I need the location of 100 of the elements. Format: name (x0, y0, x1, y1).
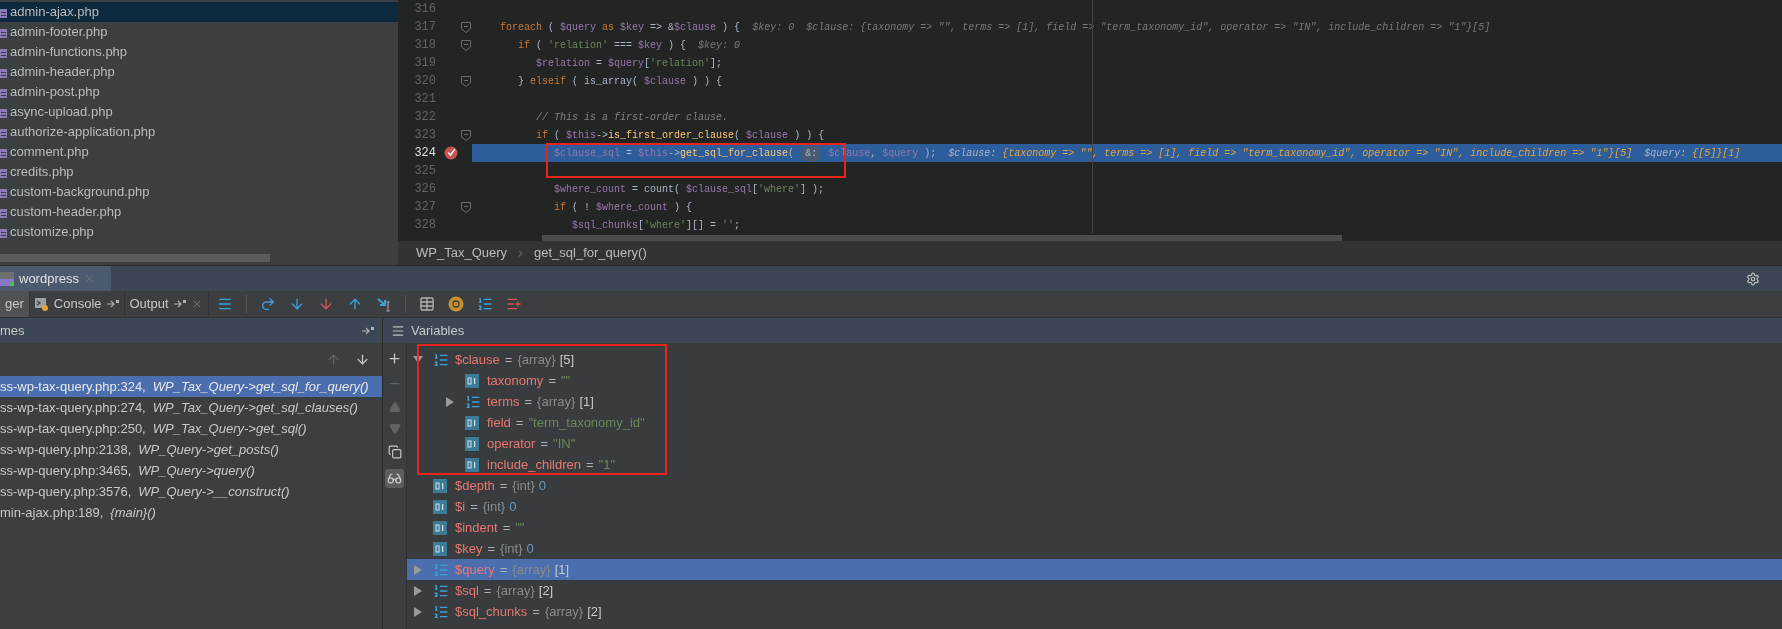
breakpoint-icon[interactable] (444, 146, 458, 160)
collapsed-arrow-icon[interactable] (413, 606, 423, 617)
file-tree-item[interactable]: comment.php (0, 142, 398, 162)
code-token: $key (638, 38, 663, 53)
collapsed-arrow-icon[interactable] (445, 396, 455, 407)
fold-marker-icon[interactable] (461, 39, 471, 51)
step-over-icon[interactable] (259, 296, 276, 312)
pin-icon[interactable] (362, 326, 374, 335)
variable-row[interactable]: $i = {int} 0 (407, 496, 1782, 517)
debug-panel-tab[interactable]: ger (0, 291, 30, 317)
pin-icon[interactable] (106, 300, 119, 308)
settings-icon[interactable] (1746, 271, 1760, 286)
debug-panel-tab[interactable]: Output (124, 291, 209, 317)
stack-frame-row[interactable]: ss-wp-query.php:2138, WP_Query->get_posts() (0, 439, 382, 460)
code-token: -> (668, 146, 681, 161)
equals-sign: = (470, 497, 478, 516)
file-tree-item[interactable]: custom-background.php (0, 182, 398, 202)
file-tree-item[interactable]: async-upload.php (0, 102, 398, 122)
frame-location: ss-wp-query.php:2138, (0, 440, 132, 459)
collapsed-arrow-icon[interactable] (413, 585, 423, 596)
inline-hint-label: $key: 0 (697, 38, 741, 53)
variable-row[interactable]: field = "term_taxonomy_id" (407, 412, 1782, 433)
file-tree-item[interactable]: credits.php (0, 162, 398, 182)
stack-frame-row[interactable]: ss-wp-tax-query.php:250, WP_Tax_Query->get_sql() (0, 418, 382, 439)
variable-row[interactable]: operator = "IN" (407, 433, 1782, 454)
frame-location: ss-wp-query.php:3465, (0, 461, 132, 480)
file-tree-item[interactable]: authorize-application.php (0, 122, 398, 142)
code-token: ( (734, 128, 742, 143)
fold-marker-icon[interactable] (461, 21, 471, 33)
frame-method: WP_Tax_Query->get_sql() (152, 419, 307, 438)
fold-marker-icon[interactable] (461, 129, 471, 141)
frame-method: {main}() (110, 503, 156, 522)
inline-hint-label: $clause: (947, 146, 998, 161)
stack-frame-row[interactable]: ss-wp-tax-query.php:324, WP_Tax_Query->get_sql_for_query() (0, 376, 382, 397)
watches-toggle-button[interactable] (385, 469, 404, 488)
file-tree-item[interactable]: custom-header.php (0, 202, 398, 222)
line-number: 318 (413, 37, 436, 54)
numbered-list-icon[interactable] (476, 296, 493, 312)
variable-row[interactable]: $depth = {int} 0 (407, 475, 1782, 496)
code-token: ) { (667, 38, 687, 53)
variable-row[interactable]: taxonomy = "" (407, 370, 1782, 391)
variable-value: "term_taxonomy_id" (528, 413, 645, 432)
stack-frame-row[interactable]: ss-wp-query.php:3576, WP_Query->__construct() (0, 481, 382, 502)
code-token: get_sql_for_clause (680, 146, 789, 161)
frame-method: WP_Tax_Query->get_sql_for_query() (152, 377, 369, 396)
debug-panel-tab[interactable]: Console (29, 291, 125, 317)
file-tree-item[interactable]: admin-ajax.php (0, 2, 398, 22)
breadcrumb-item[interactable]: get_sql_for_query() (534, 243, 647, 263)
evaluate-table-icon[interactable] (418, 296, 435, 312)
variable-row[interactable]: $query = {array} [1] (407, 559, 1782, 580)
variable-row[interactable]: include_children = "1" (407, 454, 1782, 475)
run-to-cursor-icon[interactable] (375, 296, 392, 312)
add-list-icon[interactable] (505, 296, 522, 312)
variable-row[interactable]: $key = {int} 0 (407, 538, 1782, 559)
stack-frame-row[interactable]: ss-wp-tax-query.php:274, WP_Tax_Query->get_sql_clauses() (0, 397, 382, 418)
scrollbar[interactable] (0, 254, 270, 262)
php-file-icon (0, 6, 7, 18)
variable-type: {int} (500, 539, 523, 558)
variable-row[interactable]: $indent = "" (407, 517, 1782, 538)
file-tree-item[interactable]: admin-functions.php (0, 42, 398, 62)
file-tree-item[interactable]: admin-post.php (0, 82, 398, 102)
file-tree-item[interactable]: admin-footer.php (0, 22, 398, 42)
array-icon (433, 603, 449, 620)
line-number: 320 (413, 73, 436, 90)
menu-icon[interactable] (216, 296, 233, 312)
at-sign-circle-icon[interactable] (447, 296, 464, 312)
stack-frame-row[interactable]: ss-wp-query.php:3465, WP_Query->query() (0, 460, 382, 481)
pin-icon[interactable] (173, 300, 186, 308)
scrollbar[interactable] (542, 235, 1342, 241)
debug-session-tab[interactable]: wordpress (0, 266, 111, 291)
equals-sign: = (585, 455, 594, 474)
variable-value: "IN" (553, 434, 576, 453)
array-icon (433, 561, 449, 578)
code-token: [ (752, 182, 759, 197)
code-token: ; (734, 218, 741, 233)
variable-name: taxonomy (487, 371, 544, 390)
code-token: $where_count (596, 200, 669, 215)
code-token: if (517, 38, 530, 53)
stack-frame-row[interactable]: min-ajax.php:189, {main}() (0, 502, 382, 523)
line-number: 317 (413, 19, 436, 36)
file-tree-item[interactable]: customize.php (0, 222, 398, 242)
variable-row[interactable]: $clause = {array} [5] (407, 349, 1782, 370)
menu-icon[interactable] (391, 323, 405, 338)
fold-marker-icon[interactable] (461, 75, 471, 87)
frame-location: min-ajax.php:189, (0, 503, 104, 522)
breadcrumb-item[interactable]: WP_Tax_Query (416, 243, 508, 263)
variable-row[interactable]: $sql = {array} [2] (407, 580, 1782, 601)
scalar-value-icon (433, 499, 447, 514)
variable-row[interactable]: terms = {array} [1] (407, 391, 1782, 412)
copy-icon[interactable] (387, 445, 402, 459)
variable-row[interactable]: $sql_chunks = {array} [2] (407, 601, 1782, 622)
equals-sign: = (499, 560, 508, 579)
variable-name: $depth (455, 476, 495, 495)
add-icon[interactable] (387, 351, 402, 366)
fold-marker-icon[interactable] (461, 201, 471, 213)
file-tree-item[interactable]: admin-header.php (0, 62, 398, 82)
arrow-down-icon[interactable] (355, 352, 370, 367)
scalar-value-icon (433, 541, 447, 556)
code-token: $query (882, 146, 919, 161)
code-token: $where_count (553, 182, 627, 197)
